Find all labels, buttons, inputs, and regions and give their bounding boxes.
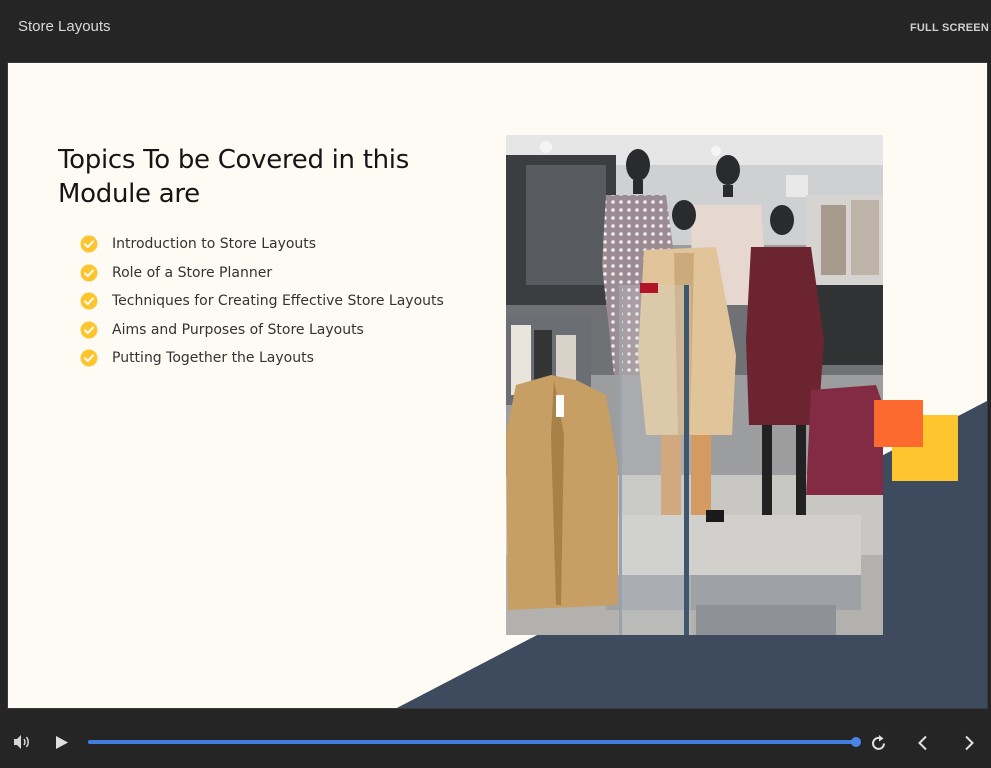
slide-canvas: Topics To be Covered in this Module are … xyxy=(7,62,988,709)
check-circle-icon xyxy=(80,292,98,310)
topic-label: Role of a Store Planner xyxy=(112,264,273,281)
chevron-right-icon[interactable] xyxy=(964,735,975,751)
list-item: Introduction to Store Layouts xyxy=(80,230,444,259)
topic-label: Aims and Purposes of Store Layouts xyxy=(112,321,364,338)
progress-handle[interactable] xyxy=(851,737,861,747)
slide-heading: Topics To be Covered in this Module are xyxy=(58,145,409,209)
progress-bar[interactable] xyxy=(88,737,861,747)
check-circle-icon xyxy=(80,264,98,282)
check-circle-icon xyxy=(80,349,98,367)
progress-fill xyxy=(88,740,856,744)
topic-label: Introduction to Store Layouts xyxy=(112,236,317,253)
chevron-left-icon[interactable] xyxy=(917,735,928,751)
player-controls xyxy=(0,710,991,768)
list-item: Techniques for Creating Effective Store … xyxy=(80,287,444,316)
topic-label: Putting Together the Layouts xyxy=(112,350,314,367)
list-item: Aims and Purposes of Store Layouts xyxy=(80,316,444,345)
accent-orange-square xyxy=(874,400,923,447)
top-bar: Store Layouts FULL SCREEN xyxy=(0,0,991,57)
replay-icon[interactable] xyxy=(871,734,887,751)
topic-label: Techniques for Creating Effective Store … xyxy=(112,293,444,310)
course-title: Store Layouts xyxy=(18,18,111,35)
volume-icon[interactable] xyxy=(13,734,31,750)
check-circle-icon xyxy=(80,235,98,253)
fullscreen-button[interactable]: FULL SCREEN xyxy=(910,22,989,34)
play-icon[interactable] xyxy=(55,735,69,750)
topics-list: Introduction to Store Layouts Role of a … xyxy=(80,230,444,373)
check-circle-icon xyxy=(80,321,98,339)
list-item: Role of a Store Planner xyxy=(80,259,444,288)
store-photo xyxy=(506,135,883,635)
list-item: Putting Together the Layouts xyxy=(80,344,444,373)
